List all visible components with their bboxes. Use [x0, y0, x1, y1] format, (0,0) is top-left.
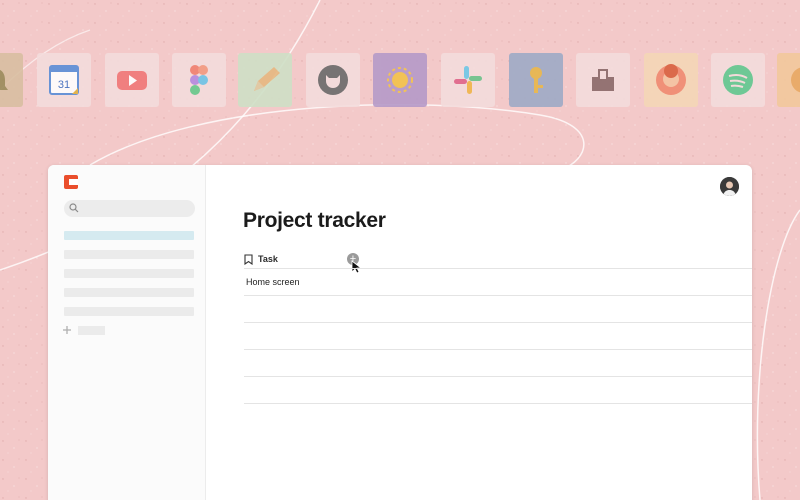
sidebar-item[interactable]	[64, 250, 194, 259]
app-logo-icon[interactable]	[64, 175, 78, 189]
google-calendar-icon: 31	[37, 53, 91, 107]
sidebar	[48, 165, 206, 500]
app-window: Project tracker Task + Home screen	[48, 165, 752, 500]
youtube-icon	[105, 53, 159, 107]
sidebar-item[interactable]	[64, 288, 194, 297]
svg-text:31: 31	[58, 79, 70, 91]
slack-icon	[441, 53, 495, 107]
user-avatar[interactable]	[720, 177, 739, 196]
sidebar-item[interactable]	[64, 307, 194, 316]
avatar-app-icon	[644, 53, 698, 107]
search-input[interactable]	[64, 200, 195, 217]
add-page-button[interactable]	[62, 325, 122, 337]
table-divider	[244, 295, 752, 296]
plus-icon	[63, 326, 71, 334]
table-divider	[244, 403, 752, 404]
sun-app-icon	[373, 53, 427, 107]
table-divider	[244, 349, 752, 350]
table-divider	[244, 376, 752, 377]
key-app-icon	[509, 53, 563, 107]
spotify-icon	[711, 53, 765, 107]
bell-icon	[0, 53, 23, 107]
github-icon	[306, 53, 360, 107]
box-app-icon	[576, 53, 630, 107]
sidebar-item-active[interactable]	[64, 231, 194, 240]
bookmark-icon	[244, 253, 253, 265]
add-page-label	[78, 326, 105, 335]
table-cell[interactable]: Home screen	[246, 277, 300, 287]
column-header-task[interactable]: Task	[244, 252, 278, 266]
pencil-app-icon	[238, 53, 292, 107]
sidebar-item[interactable]	[64, 269, 194, 278]
table-divider	[244, 268, 752, 269]
table-divider	[244, 322, 752, 323]
figma-icon	[172, 53, 226, 107]
page-title: Project tracker	[243, 209, 386, 232]
mouse-cursor-icon	[351, 260, 361, 274]
search-icon	[69, 203, 79, 213]
partial-app-icon	[777, 53, 800, 107]
column-label: Task	[258, 254, 278, 264]
